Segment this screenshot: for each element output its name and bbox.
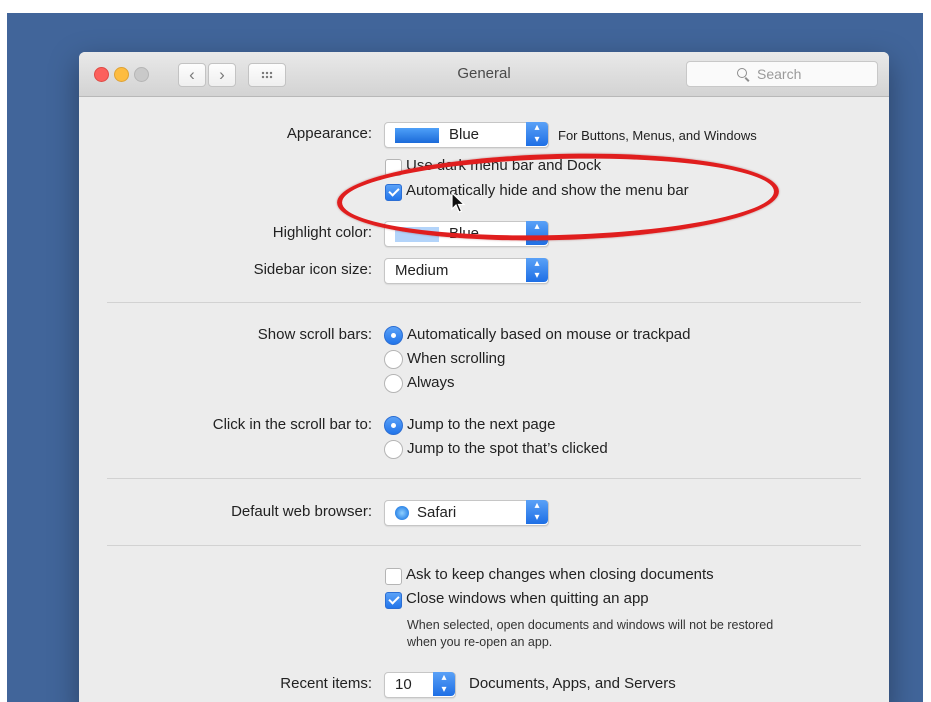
sidebar-icon-size-popup[interactable]: Medium ▴ ▾: [384, 258, 549, 284]
title-bar: ‹ › General Search: [79, 52, 889, 97]
recent-items-value: 10: [395, 676, 412, 693]
safari-icon: [395, 506, 409, 520]
appearance-side-text: For Buttons, Menus, and Windows: [558, 128, 757, 143]
scroll-bars-always-label: Always: [407, 374, 455, 391]
divider: [107, 478, 861, 479]
next-page-label: Jump to the next page: [407, 416, 556, 433]
mouse-cursor-icon: [451, 192, 466, 213]
divider: [107, 545, 861, 546]
close-windows-note-line2: when you re-open an app.: [407, 635, 553, 649]
show-scroll-bars-label: Show scroll bars:: [257, 326, 372, 343]
ask-keep-changes-checkbox[interactable]: [385, 568, 402, 585]
annotation-ellipse: [335, 148, 781, 246]
close-windows-note-line1: When selected, open documents and window…: [407, 618, 774, 632]
recent-items-label: Recent items:: [280, 675, 372, 692]
scroll-bars-always-radio[interactable]: [384, 374, 403, 393]
scroll-bars-auto-label: Automatically based on mouse or trackpad: [407, 326, 691, 343]
scroll-bars-auto-radio[interactable]: [384, 326, 403, 345]
highlight-color-label: Highlight color:: [272, 224, 372, 241]
recent-items-popup[interactable]: 10 ▴ ▾: [384, 672, 456, 698]
appearance-label: Appearance:: [286, 125, 372, 142]
appearance-popup[interactable]: Blue ▴ ▾: [384, 122, 549, 148]
spot-clicked-radio[interactable]: [384, 440, 403, 459]
click-scroll-bar-label: Click in the scroll bar to:: [212, 416, 372, 433]
appearance-value: Blue: [449, 126, 480, 143]
divider: [107, 302, 861, 303]
search-field[interactable]: Search: [686, 61, 878, 87]
appearance-swatch: [395, 128, 439, 143]
next-page-radio[interactable]: [384, 416, 403, 435]
popup-arrows-icon: ▴ ▾: [526, 500, 548, 524]
search-icon: [737, 68, 747, 78]
desktop-background: ‹ › General Search Appearance: Blue ▴ ▾ F…: [7, 13, 923, 702]
default-browser-popup[interactable]: Safari ▴ ▾: [384, 500, 549, 526]
default-browser-value: Safari: [417, 504, 457, 521]
ask-keep-changes-label: Ask to keep changes when closing documen…: [406, 566, 714, 583]
scroll-bars-scrolling-label: When scrolling: [407, 350, 506, 367]
close-windows-label: Close windows when quitting an app: [406, 590, 649, 607]
spot-clicked-label: Jump to the spot that’s clicked: [407, 440, 608, 457]
search-placeholder: Search: [757, 66, 802, 82]
popup-arrows-icon: ▴ ▾: [526, 258, 548, 282]
sidebar-icon-size-label: Sidebar icon size:: [253, 261, 372, 278]
recent-items-side-text: Documents, Apps, and Servers: [469, 675, 676, 692]
scroll-bars-scrolling-radio[interactable]: [384, 350, 403, 369]
popup-arrows-icon: ▴ ▾: [433, 672, 455, 696]
popup-arrows-icon: ▴ ▾: [526, 122, 548, 146]
close-windows-checkbox[interactable]: [385, 592, 402, 609]
default-browser-label: Default web browser:: [231, 503, 372, 520]
preferences-window: ‹ › General Search Appearance: Blue ▴ ▾ F…: [79, 52, 889, 702]
sidebar-icon-size-value: Medium: [395, 262, 449, 279]
